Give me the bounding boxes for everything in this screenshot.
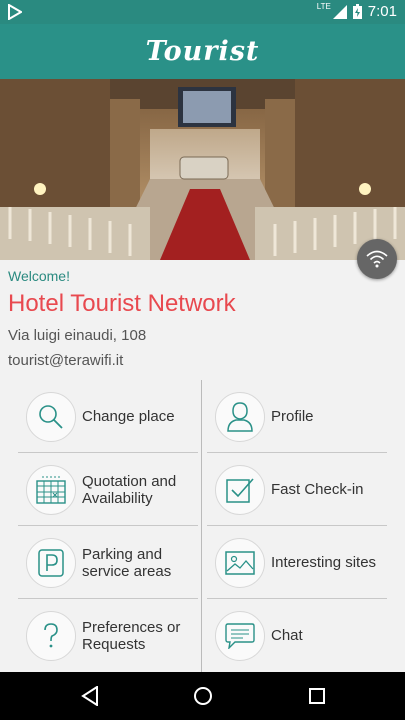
signal-icon	[332, 4, 347, 19]
menu-item-change-place[interactable]: Change place	[18, 380, 198, 453]
menu-item-quotation[interactable]: Quotation and Availability	[18, 453, 198, 526]
menu-item-label: Change place	[82, 408, 175, 425]
battery-icon	[352, 4, 362, 19]
app-title: Tourist	[145, 36, 260, 67]
hotel-hero-image	[0, 79, 405, 260]
menu-item-label: Interesting sites	[271, 554, 377, 571]
image-icon	[225, 550, 255, 575]
play-store-icon	[8, 4, 22, 20]
parking-icon	[38, 548, 64, 577]
menu-item-fast-checkin[interactable]: Fast Check-in	[207, 453, 387, 526]
hotel-info: Welcome! Hotel Tourist Network Via luigi…	[8, 268, 236, 369]
clock: 7:01	[367, 3, 397, 20]
hotel-email[interactable]: tourist@terawifi.it	[8, 352, 236, 369]
grid-divider	[201, 380, 202, 672]
menu-item-label: Quotation and Availability	[82, 472, 177, 507]
menu-item-profile[interactable]: Profile	[207, 380, 387, 453]
recents-button[interactable]	[305, 684, 329, 708]
app-bar: Tourist	[0, 24, 405, 79]
back-button[interactable]	[78, 684, 102, 708]
wifi-button[interactable]	[357, 239, 397, 279]
chat-icon	[225, 622, 255, 649]
menu-item-interesting-sites[interactable]: Interesting sites	[207, 526, 387, 599]
back-icon	[81, 686, 98, 706]
menu-item-chat[interactable]: Chat	[207, 599, 387, 672]
hotel-address: Via luigi einaudi, 108	[8, 327, 147, 344]
menu-item-label: Fast Check-in	[271, 481, 364, 498]
menu-item-parking[interactable]: Parking and service areas	[18, 526, 198, 599]
network-type: LTE	[316, 2, 331, 11]
wifi-icon	[366, 250, 388, 268]
recents-icon	[309, 688, 325, 704]
system-nav-bar	[0, 672, 405, 720]
person-icon	[227, 401, 253, 432]
home-button[interactable]	[191, 684, 215, 708]
menu-item-label: Preferences or Requests	[82, 618, 181, 653]
menu-item-label: Profile	[271, 408, 314, 425]
search-icon	[39, 404, 63, 429]
welcome-text: Welcome!	[8, 268, 70, 284]
hotel-name: Hotel Tourist Network	[8, 290, 236, 317]
question-icon	[44, 622, 58, 647]
home-icon	[194, 687, 212, 705]
menu-item-label: Chat	[271, 627, 303, 644]
calendar-grid-icon	[36, 476, 66, 504]
status-bar: LTE 7:01	[0, 0, 405, 24]
menu-grid: Change place Quotation and Availability …	[0, 380, 405, 672]
checkbox-icon	[226, 477, 254, 503]
menu-item-preferences[interactable]: Preferences or Requests	[18, 599, 198, 672]
menu-item-label: Parking and service areas	[82, 545, 172, 580]
